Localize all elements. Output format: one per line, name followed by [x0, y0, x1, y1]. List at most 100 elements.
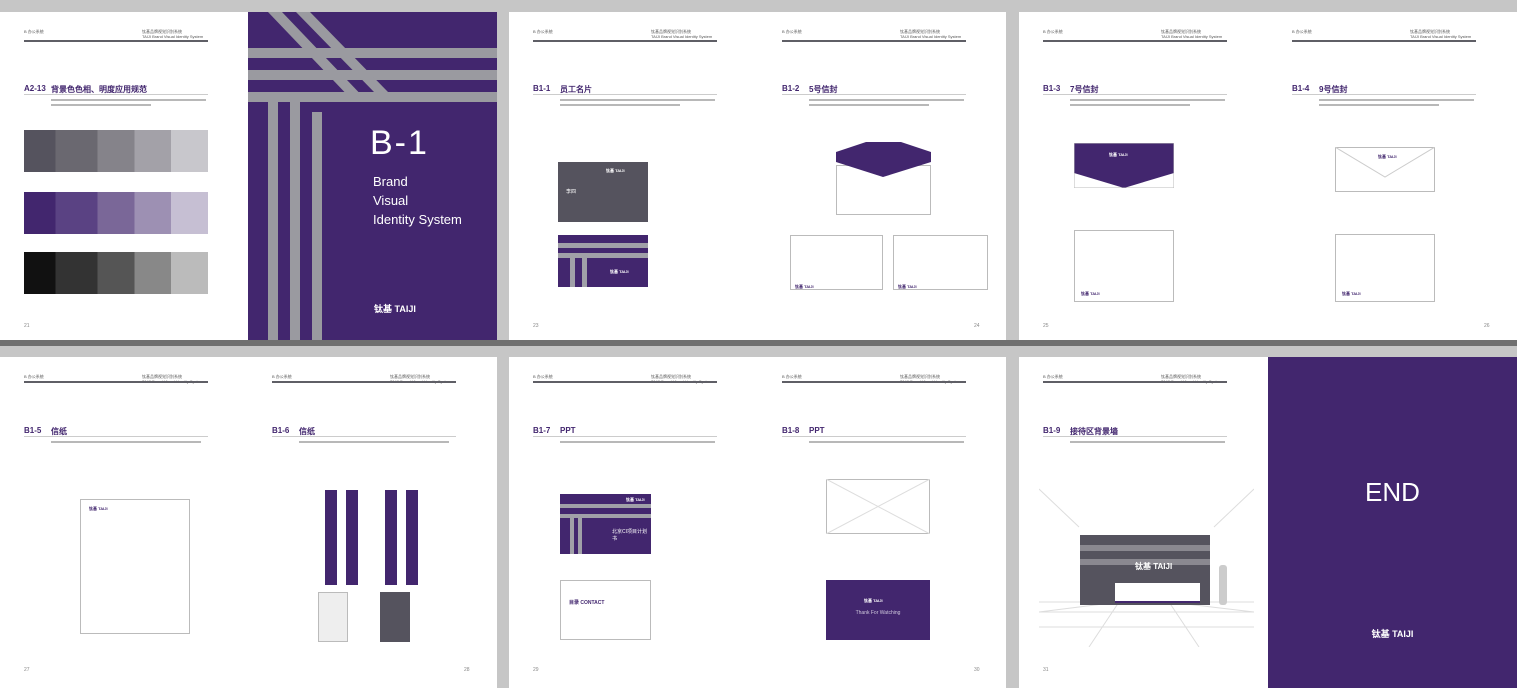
page-29: B 办公系统 钛基品牌视觉识别系统TAIJI Brand Visual Iden… [509, 357, 758, 688]
lanyard [325, 490, 337, 585]
section-code: B1-8 [782, 426, 800, 435]
ppt-end-slide: 钛基 TAIJI Thank For Watching [826, 580, 930, 640]
envelope-front: 钛基 TAIJI [893, 235, 988, 290]
body-text [809, 104, 929, 106]
page-number: 26 [1484, 323, 1490, 329]
title-underline [782, 94, 966, 95]
business-card-front: 钛基 TAIJI 李四 [558, 162, 648, 222]
reception-desk [1115, 583, 1200, 603]
header-section: B 办公系统 [533, 374, 553, 379]
lanyard [346, 490, 358, 585]
section-code: B1-1 [533, 84, 551, 93]
header-section: B 办公系统 [1043, 29, 1063, 34]
page-31: B 办公系统 钛基品牌视觉识别系统TAIJI Brand Visual Iden… [1019, 357, 1268, 688]
section-title: PPT [560, 426, 576, 435]
cover-line: Visual [373, 193, 409, 208]
header-rule [1043, 40, 1227, 42]
header-rule [782, 381, 966, 383]
header-manual-en: TAIJI Brand Visual Identity System [900, 34, 962, 39]
envelope-logo: 钛基 TAIJI [898, 284, 917, 289]
wall-logo: 钛基 TAIJI [1135, 562, 1173, 571]
end-title: END [1365, 477, 1420, 507]
page-23: B 办公系统 钛基品牌视觉识别系统 TAIJI Brand Visual Iden… [509, 12, 758, 340]
section-code: B1-6 [272, 426, 290, 435]
page-number: 27 [24, 667, 30, 673]
header-manual-en: TAIJI Brand Visual Identity System [142, 34, 204, 39]
page-number: 24 [974, 323, 980, 329]
envelope-purple [1074, 143, 1174, 188]
body-text [809, 99, 964, 101]
slide-wireframe [826, 479, 930, 534]
header-rule [1292, 40, 1476, 42]
title-underline [24, 436, 208, 437]
person-figure [1219, 565, 1227, 605]
body-text [1070, 441, 1225, 443]
header-rule [533, 40, 717, 42]
cover-subtitle: Brand Visual Identity System [373, 172, 462, 229]
section-code: B1-9 [1043, 426, 1061, 435]
page-25: B 办公系统 钛基品牌视觉识别系统 TAIJI Brand Visual Iden… [1019, 12, 1268, 340]
page-number: 31 [1043, 667, 1049, 673]
section-code: B1-7 [533, 426, 551, 435]
body-text [51, 99, 206, 101]
page-number: 29 [533, 667, 539, 673]
header-manual-en: TAIJI Brand Visual Identity System [1161, 34, 1223, 39]
end-page: END 钛基 TAIJI [1268, 357, 1517, 688]
letterhead-logo: 钛基 TAIJI [89, 506, 108, 511]
page-number: 28 [464, 667, 470, 673]
title-underline [272, 436, 456, 437]
envelope-logo: 钛基 TAIJI [1081, 291, 1100, 296]
page-28: B 办公系统 钛基品牌视觉识别系统TAIJI Brand Visual Iden… [248, 357, 497, 688]
header-section: B 办公系统 [782, 374, 802, 379]
title-underline [1043, 94, 1227, 95]
envelope-front: 钛基 TAIJI [1074, 230, 1174, 302]
body-text [1070, 99, 1225, 101]
black-color-strip [24, 252, 208, 294]
end-slide-text: Thank For Watching [855, 610, 901, 616]
envelope-logo: 钛基 TAIJI [1109, 152, 1128, 157]
page-number: 23 [533, 323, 539, 329]
header-section: B 办公系统 [24, 374, 44, 379]
page-26: B 办公系统 钛基品牌视觉识别系统 TAIJI Brand Visual Iden… [1268, 12, 1517, 340]
title-underline [533, 436, 717, 437]
envelope-front: 钛基 TAIJI [1335, 234, 1435, 302]
page-27: B 办公系统 钛基品牌视觉识别系统TAIJI Brand Visual Iden… [0, 357, 248, 688]
header-manual: 钛基品牌视觉识别系统TAIJI Brand Visual Identity Sy… [1410, 29, 1500, 39]
contents-title: 目录 CONTACT [569, 600, 605, 606]
title-underline [24, 94, 208, 95]
body-text [560, 441, 715, 443]
lanyard [385, 490, 397, 585]
letter-paper: 钛基 TAIJI [80, 499, 190, 634]
header-section: B 办公系统 [1043, 374, 1063, 379]
slide-logo: 钛基 TAIJI [626, 497, 645, 502]
title-underline [1292, 94, 1476, 95]
badge-card [318, 592, 348, 642]
section-title: PPT [809, 426, 825, 435]
slide-title: 北京CI项目计划书 [612, 529, 648, 542]
title-underline [782, 436, 966, 437]
page-30: B 办公系统 钛基品牌视觉识别系统TAIJI Brand Visual Iden… [758, 357, 1006, 688]
page-number: 21 [24, 323, 30, 329]
header-rule [24, 381, 208, 383]
header-manual-en: TAIJI Brand Visual Identity System [1410, 34, 1472, 39]
envelope-logo: 钛基 TAIJI [1342, 291, 1361, 296]
row-divider [0, 340, 1517, 346]
business-card-back: 钛基 TAIJI [558, 235, 648, 287]
brand-logo: 钛基 TAIJI [374, 304, 416, 314]
header-rule [533, 381, 717, 383]
title-underline [533, 94, 717, 95]
header-manual-en: TAIJI Brand Visual Identity System [651, 34, 713, 39]
section-code: B1-4 [1292, 84, 1310, 93]
header-manual: 钛基品牌视觉识别系统TAIJI Brand Visual Identity Sy… [142, 29, 232, 39]
purple-color-strip [24, 192, 208, 234]
body-text [1319, 99, 1474, 101]
lanyard [406, 490, 418, 585]
slide-logo: 钛基 TAIJI [864, 598, 883, 603]
header-section: B 办公系统 [1292, 29, 1312, 34]
body-text [560, 99, 715, 101]
cover-code: B-1 [370, 124, 429, 162]
body-text [299, 441, 449, 443]
card-name: 李四 [566, 189, 577, 195]
card-logo: 钛基 TAIJI [606, 168, 625, 173]
cover-line: Brand [373, 174, 408, 189]
